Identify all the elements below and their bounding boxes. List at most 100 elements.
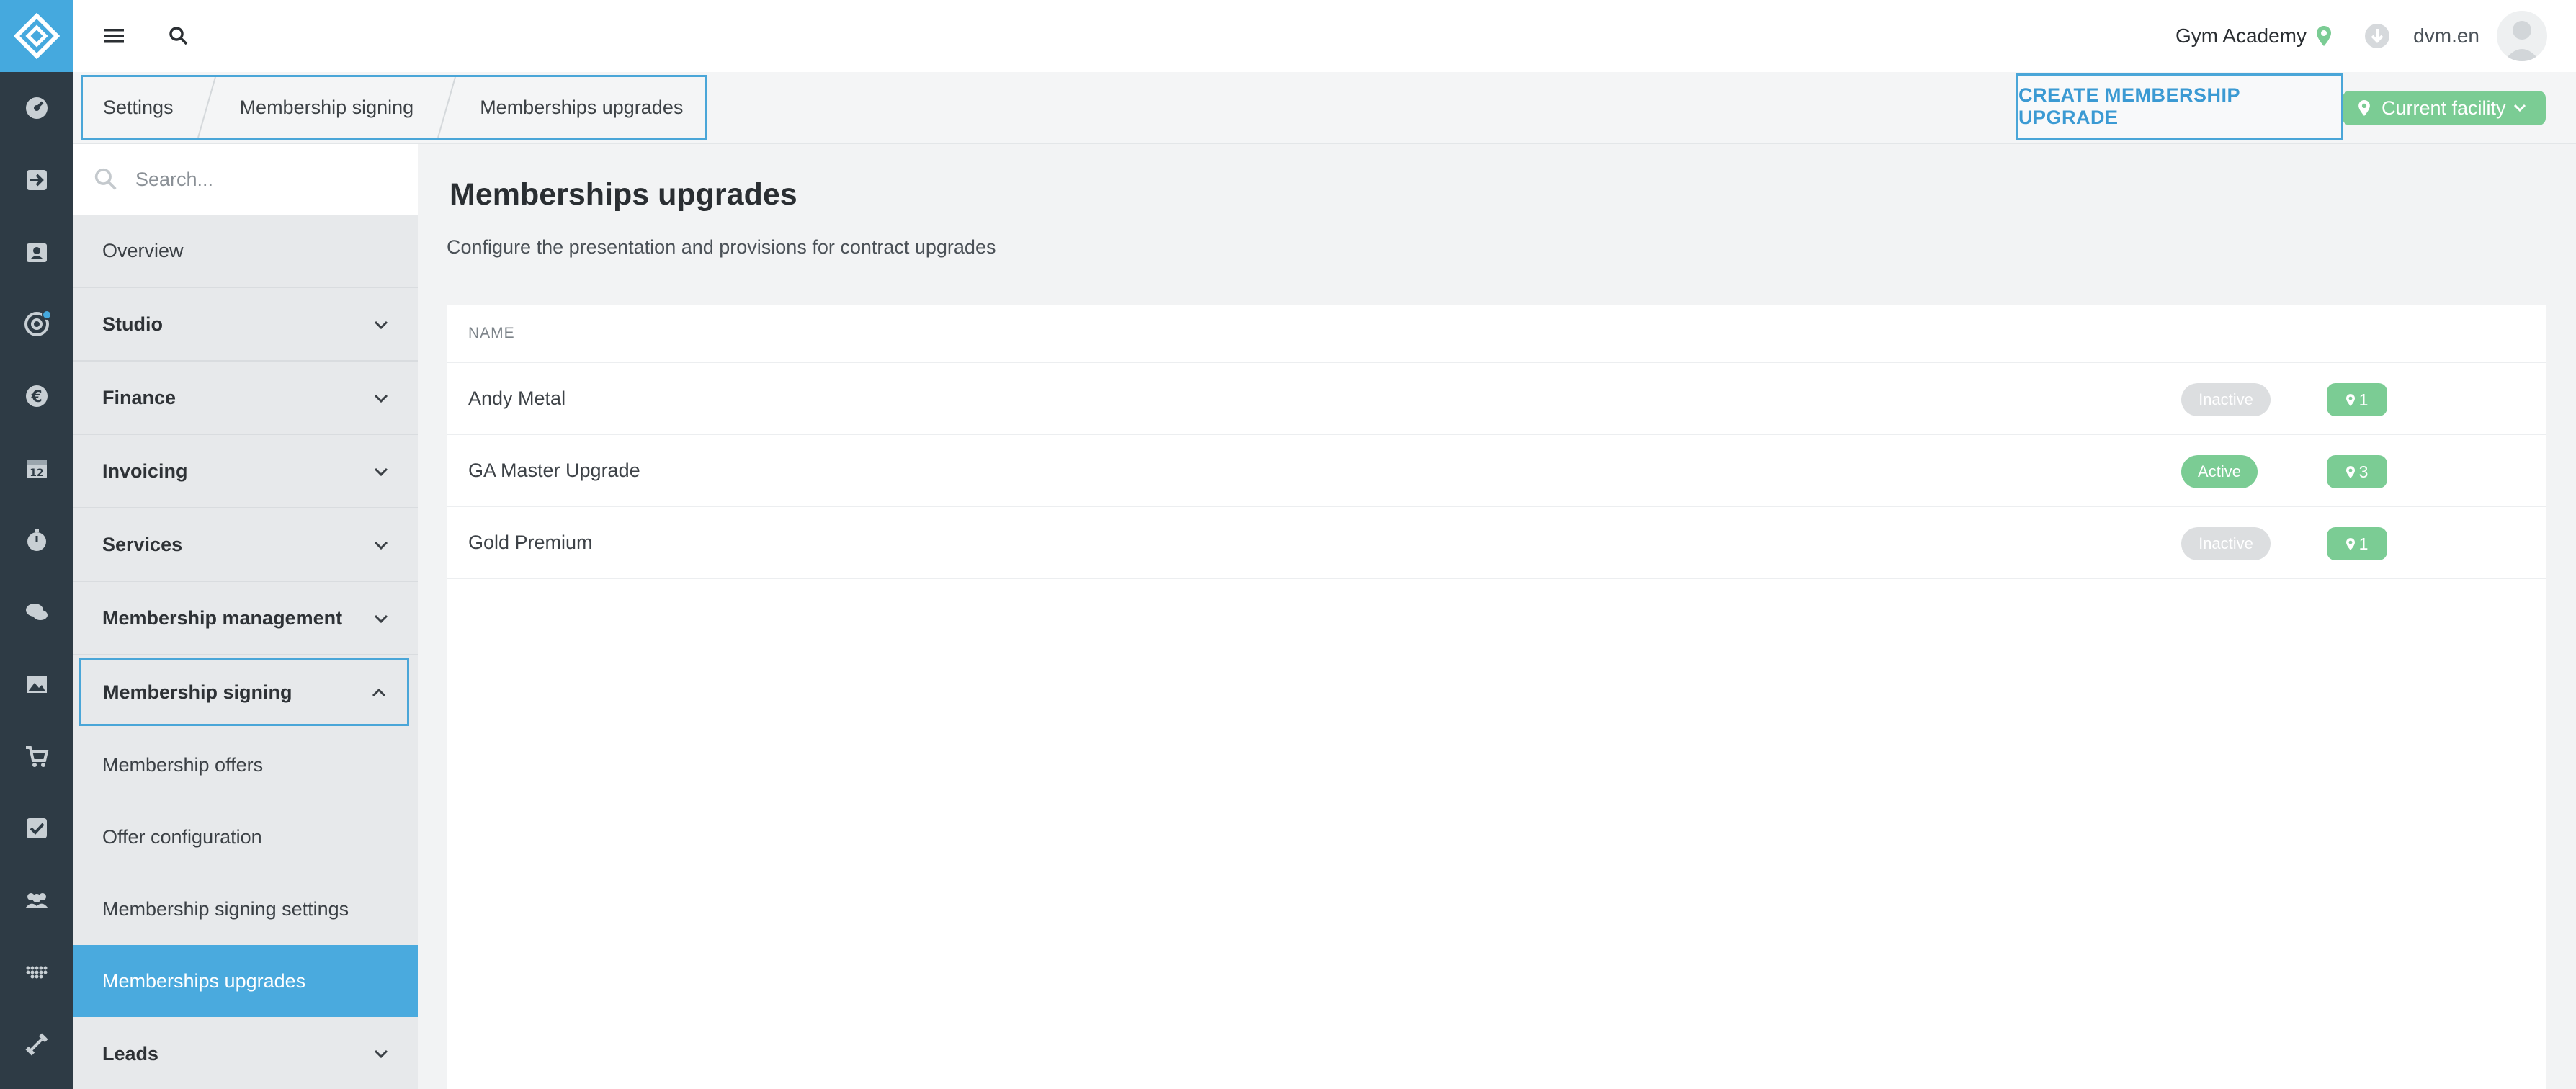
rail-item-training[interactable] xyxy=(0,1016,73,1073)
global-search-button[interactable] xyxy=(164,22,193,50)
rail-item-contacts[interactable] xyxy=(0,223,73,281)
rail-item-tasks[interactable] xyxy=(0,799,73,857)
chevron-down-icon xyxy=(374,541,388,550)
main-content: Memberships upgrades Configure the prese… xyxy=(418,144,2576,1089)
breadcrumb-memberships-upgrades: Memberships upgrades xyxy=(480,96,684,118)
chevron-down-icon xyxy=(374,467,388,477)
sidebar-search xyxy=(73,144,418,215)
facility-count: 1 xyxy=(2358,534,2369,553)
map-pin-icon xyxy=(2345,537,2355,550)
upgrades-table: NAME Andy Metal Inactive 1 GA Master Upg… xyxy=(447,305,2546,1089)
dumbbell-icon xyxy=(25,1033,48,1056)
table-row[interactable]: Andy Metal Inactive 1 xyxy=(447,363,2546,435)
page-title: Memberships upgrades xyxy=(450,177,797,212)
sidebar-item-membership-signing-settings[interactable]: Membership signing settings xyxy=(73,873,418,945)
facility-count: 1 xyxy=(2358,390,2369,409)
gym-selector[interactable]: Gym Academy xyxy=(2175,0,2331,72)
sidebar-group-studio[interactable]: Studio xyxy=(73,288,418,362)
status-badge: Inactive xyxy=(2181,527,2271,560)
sidebar-item-membership-offers[interactable]: Membership offers xyxy=(73,729,418,801)
app-logo[interactable] xyxy=(0,0,73,72)
gym-name: Gym Academy xyxy=(2175,24,2307,47)
page-description: Configure the presentation and provision… xyxy=(447,236,996,258)
map-pin-icon xyxy=(2317,26,2331,46)
sidebar-item-overview[interactable]: Overview xyxy=(73,215,418,288)
rail-item-activity[interactable] xyxy=(0,944,73,1001)
breadcrumb-settings[interactable]: Settings xyxy=(103,97,174,119)
chat-icon xyxy=(26,604,48,620)
chevron-down-icon xyxy=(374,394,388,403)
rail-item-groups[interactable] xyxy=(0,871,73,929)
rail-item-gallery[interactable] xyxy=(0,655,73,713)
cart-icon xyxy=(26,746,49,767)
chevron-down-icon xyxy=(374,321,388,330)
current-facility-dropdown[interactable]: Current facility xyxy=(2343,91,2546,125)
rail-item-finance[interactable]: € xyxy=(0,367,73,425)
map-pin-icon xyxy=(2345,393,2355,406)
sidebar-group-label: Services xyxy=(102,533,183,555)
sidebar-item-offer-configuration[interactable]: Offer configuration xyxy=(73,801,418,873)
user-silhouette-icon xyxy=(2504,21,2540,61)
download-button[interactable] xyxy=(2363,22,2392,50)
create-membership-upgrade-button[interactable]: CREATE MEMBERSHIP UPGRADE xyxy=(2016,73,2343,140)
sidebar-group-label: Membership management xyxy=(102,606,343,629)
svg-text:€: € xyxy=(30,388,42,406)
row-name: Gold Premium xyxy=(468,531,593,553)
username: dvm.en xyxy=(2413,24,2479,47)
map-pin-icon xyxy=(2345,465,2355,478)
sidebar-group-invoicing[interactable]: Invoicing xyxy=(73,435,418,508)
checkbox-icon xyxy=(27,818,47,838)
sidebar-group-services[interactable]: Services xyxy=(73,508,418,582)
chevron-down-icon xyxy=(374,1049,388,1059)
rail-item-chat[interactable] xyxy=(0,583,73,641)
sidebar-group-membership-management[interactable]: Membership management xyxy=(73,582,418,655)
breadcrumb-separator xyxy=(197,76,216,138)
menu-button[interactable] xyxy=(99,22,128,50)
sidebar-search-input[interactable] xyxy=(135,168,395,191)
sidebar-group-label: Finance xyxy=(102,386,176,408)
table-row[interactable]: GA Master Upgrade Active 3 xyxy=(447,435,2546,507)
dashboard-icon xyxy=(26,97,48,119)
facility-count: 3 xyxy=(2358,462,2369,481)
map-pin-icon xyxy=(2358,100,2370,116)
sidebar-group-membership-signing[interactable]: Membership signing xyxy=(79,658,409,726)
chevron-down-icon xyxy=(374,614,388,624)
check-in-icon xyxy=(27,170,47,190)
current-facility-label: Current facility xyxy=(2382,97,2506,119)
sidebar-group-leads[interactable]: Leads xyxy=(73,1017,418,1089)
svg-text:12: 12 xyxy=(30,467,43,479)
search-icon xyxy=(94,168,117,190)
rail-item-dashboard[interactable] xyxy=(0,79,73,137)
download-icon xyxy=(2365,24,2389,48)
calendar-icon: 12 xyxy=(27,460,47,479)
rail-item-calendar[interactable]: 12 xyxy=(0,439,73,497)
search-icon xyxy=(169,27,188,45)
chevron-down-icon xyxy=(2513,104,2526,112)
facility-count-badge: 1 xyxy=(2327,527,2387,560)
stopwatch-icon xyxy=(27,529,46,551)
breadcrumb-membership-signing[interactable]: Membership signing xyxy=(240,97,414,119)
euro-icon: € xyxy=(26,385,48,407)
rail-item-target[interactable] xyxy=(0,295,73,353)
facility-count-badge: 3 xyxy=(2327,455,2387,488)
sidebar-group-label: Leads xyxy=(102,1042,159,1065)
user-menu[interactable]: dvm.en xyxy=(2413,0,2479,72)
contacts-icon xyxy=(27,243,47,262)
rail-item-shop[interactable] xyxy=(0,727,73,785)
status-badge: Inactive xyxy=(2181,383,2271,416)
sidebar-group-finance[interactable]: Finance xyxy=(73,362,418,435)
hamburger-icon xyxy=(104,29,124,43)
rail-item-timer[interactable] xyxy=(0,511,73,569)
status-badge: Active xyxy=(2181,455,2258,488)
icon-rail: € 12 xyxy=(0,0,73,1089)
avatar[interactable] xyxy=(2497,11,2547,61)
breadcrumb-bar: Settings Membership signing Memberships … xyxy=(73,72,2576,144)
sidebar-group-label: Studio xyxy=(102,313,163,335)
sidebar-item-memberships-upgrades[interactable]: Memberships upgrades xyxy=(73,945,418,1017)
sidebar-group-label: Membership signing xyxy=(103,681,292,703)
column-header-name[interactable]: NAME xyxy=(468,325,515,342)
chevron-up-icon xyxy=(372,688,386,697)
image-icon xyxy=(27,676,47,693)
rail-item-check-in[interactable] xyxy=(0,151,73,209)
table-row[interactable]: Gold Premium Inactive 1 xyxy=(447,507,2546,579)
